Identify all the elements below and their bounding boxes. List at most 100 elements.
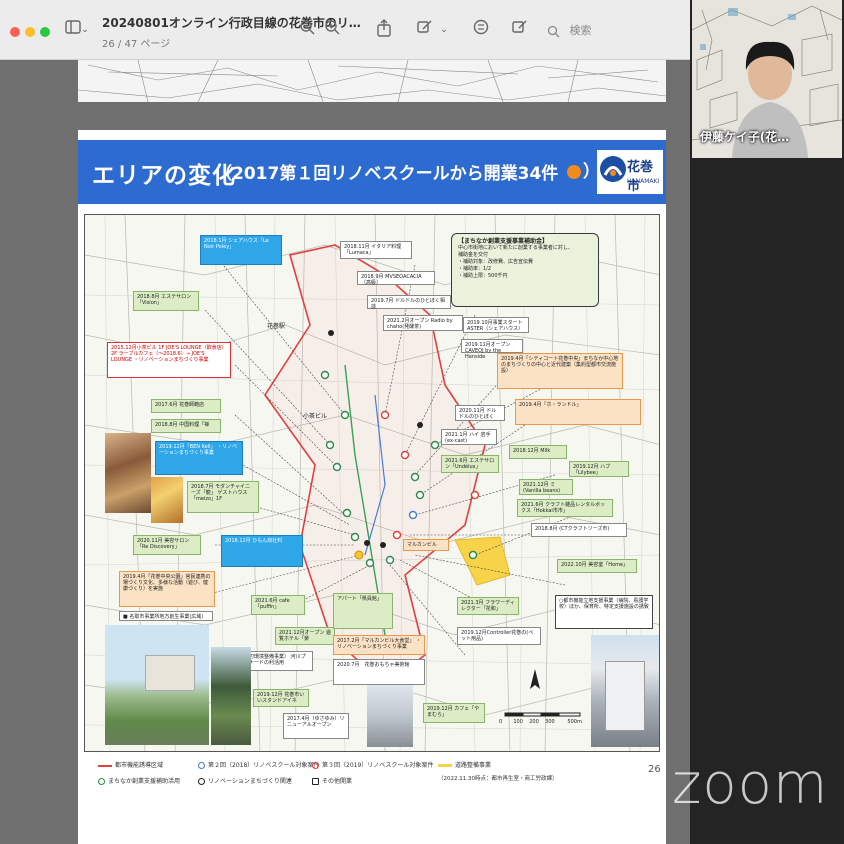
share-icon[interactable] bbox=[373, 19, 395, 41]
map-label: 2021.6月 cafe「puffin」 bbox=[251, 595, 305, 615]
map-label: 2021.6月 エステサロン「Undélux」 bbox=[441, 455, 499, 473]
map-label: 2020.11月 美容サロン「Re Discovery」 bbox=[133, 535, 201, 555]
callout-line: 中心市街地において新たに創業する事業者に対し、 bbox=[458, 245, 573, 251]
map-label: 2021.6月 クラフト雑品レンタルボックス「Hokkai市市」 bbox=[517, 499, 613, 517]
map-label: 2019.10月事業スタート ASTER（シェアハウス） bbox=[463, 317, 529, 333]
north-arrow-icon bbox=[530, 669, 540, 689]
pdf-viewer-window: ⌄ 20240801オンライン行政目線の花巻市のリ… 26 / 47 ページ ⌄ bbox=[0, 0, 690, 844]
scale-bar-labels: 0 100 200 300 500m bbox=[499, 719, 619, 725]
map-label: 2019.12月 カフェ「やまむら」 bbox=[423, 703, 485, 723]
callout-line: ・補助率：1/2 bbox=[458, 266, 492, 272]
map-label: 2019.12月Controller花巻の(ペット用品) bbox=[457, 627, 541, 645]
map-label: 2018.11月 イタリア料理「Lumaca」 bbox=[340, 241, 412, 259]
map-label: 2018.7月 モダンチャイニーズ「龍」 ゲストハウス「meizo」1F bbox=[187, 481, 259, 513]
participant-name: 伊藤ケイ子(花… bbox=[700, 130, 790, 144]
screen: ⌄ 20240801オンライン行政目線の花巻市のリ… 26 / 47 ページ ⌄ bbox=[0, 0, 844, 844]
legend-item: 第３回（2019）リノベスクール対象案件 bbox=[312, 760, 433, 769]
map-label: 2022.10月 美容室「Home」 bbox=[557, 559, 637, 573]
legend-item: その他開業 bbox=[312, 776, 352, 785]
map-label: 2015.12月小茶ビル 1F JOE'S LOUNGE（飲食店） 2F ラーブ… bbox=[107, 342, 231, 378]
map-label: 2020.7月 花巻おもちゃ美術館 bbox=[333, 659, 425, 685]
map-label: アパート「県員館」 bbox=[333, 593, 393, 629]
legend-label: 道路整備事業 bbox=[455, 762, 492, 769]
food-photo bbox=[151, 477, 183, 523]
search-field[interactable]: 検索 bbox=[547, 20, 667, 42]
logo-subtext: HANAMAKI bbox=[627, 178, 660, 185]
viewer-toolbar: ⌄ 20240801オンライン行政目線の花巻市のリ… 26 / 47 ページ ⌄ bbox=[0, 0, 690, 60]
search-placeholder: 検索 bbox=[569, 24, 592, 37]
map-label: 2019.7月 ドルドルのひとぼく相談 bbox=[367, 295, 451, 310]
edit-icon[interactable] bbox=[509, 19, 531, 41]
map-label: 2018.9月 MVSEOACACIA（高級） bbox=[357, 271, 435, 286]
zoom-out-icon[interactable] bbox=[296, 19, 318, 41]
legend-footnote: （2022.11.30時点：都市再生室・商工労政課） bbox=[438, 776, 558, 782]
map-label-station bbox=[267, 223, 268, 224]
legend-item: まちなか創業支援補助活用 bbox=[98, 776, 180, 785]
shop-photo bbox=[105, 433, 151, 513]
park-photo bbox=[105, 625, 209, 745]
map-label: 2021.2月オープン Radio by chaho(発酵茶) bbox=[383, 315, 463, 331]
document-viewport[interactable]: エリアの変化 （2017第１回リノベスクールから開業34件 ） 花巻市 HANA… bbox=[0, 60, 690, 844]
map-label: 2019.4月「花巻中央公園」官民連携の場づくり文化、多様な活動（遊び、健康づく… bbox=[119, 571, 215, 607]
map-label: 2020.11月 ドルドルのひとぼく bbox=[455, 405, 505, 421]
legend-label: リノベーションまちづくり関連 bbox=[208, 778, 292, 785]
markup-icon[interactable] bbox=[414, 19, 436, 41]
map-label: 2021.1月 ハイ 岩手(ex-cast) bbox=[441, 429, 497, 445]
callout-line: 補助金を交付 bbox=[458, 252, 489, 258]
hospital-photo bbox=[591, 635, 659, 747]
map-label: 2018.8月 エステサロン「Vision」 bbox=[133, 291, 199, 311]
orange-dot-marker bbox=[567, 165, 581, 179]
scale-label: 300 bbox=[545, 719, 555, 725]
map-label: 2018.8月 (CTクラフトリーズ市) bbox=[531, 523, 627, 537]
chevron-down-icon[interactable]: ⌄ bbox=[78, 19, 92, 41]
page-number: 26 bbox=[648, 764, 661, 775]
legend-label: 第２回（2018）リノベスクール対象案件 bbox=[208, 762, 320, 769]
window-minimize-button[interactable] bbox=[25, 27, 35, 37]
scale-label: 500m bbox=[567, 719, 582, 725]
subsidy-callout: 【まちなか創業支援事業補助金】 中心市街地において新たに創業する事業者に対し、 … bbox=[451, 233, 599, 307]
participant-video[interactable]: 伊藤ケイ子(花… bbox=[692, 0, 842, 158]
map-label: 2021.12月オープン 遊覧ホテル「楽 bbox=[275, 627, 335, 645]
map-label: 2018.8月 中国料理「禅 bbox=[151, 419, 221, 433]
map-label: 2017.2月「マルカンビル大食堂」 ・リノベーションまちづくり事業 bbox=[333, 635, 425, 655]
callout-line: ・補助対象：改修費、広告宣伝費 bbox=[458, 259, 534, 265]
legend-label: 都市機能誘導区域 bbox=[115, 762, 164, 769]
chevron-down-icon[interactable]: ⌄ bbox=[437, 19, 451, 41]
window-maximize-button[interactable] bbox=[40, 27, 50, 37]
map-label: 2019.12月 花巻市いいスタンドアイネ bbox=[253, 689, 309, 707]
map-label: 2017.4月（ゆさゆみ）リニューアルオープン bbox=[283, 713, 349, 739]
legend-label: その他開業 bbox=[322, 778, 353, 785]
map-legend: 都市機能誘導区域 第２回（2018）リノベスクール対象案件 第３回（2019）リ… bbox=[98, 760, 658, 800]
map-label: 2017.6月 花巻師範店 bbox=[151, 399, 221, 413]
map-label: 2019.4月「シティコート花巻中央」まちなか中心地のまちづくりの中心と近代建築… bbox=[497, 353, 623, 389]
logo-text: 花巻市 bbox=[627, 160, 654, 194]
map-label: ○都市機能立地支援事業（病院、看護学校）ほか、保育所、特定支援施設の誘致 bbox=[555, 595, 653, 629]
area-map: 【まちなか創業支援事業補助金】 中心市街地において新たに創業する事業者に対し、 … bbox=[84, 214, 660, 752]
zoom-in-icon[interactable] bbox=[321, 19, 343, 41]
map-label: 2018.12月 ひもん商社料 bbox=[221, 535, 303, 567]
map-label: 2018.12月 Milk bbox=[509, 445, 567, 459]
scale-label: 100 bbox=[513, 719, 523, 725]
page-indicator: 26 / 47 ページ bbox=[102, 39, 171, 50]
scale-label: 0 bbox=[499, 719, 503, 725]
slide-header: エリアの変化 （2017第１回リノベスクールから開業34件 ） 花巻市 HANA… bbox=[78, 140, 666, 204]
map-label: 2019.4月「ホ・ランドル」 bbox=[515, 399, 641, 425]
callout-line: ・補助上限：500千円 bbox=[458, 273, 508, 279]
map-label: 花巻駅 bbox=[267, 323, 286, 330]
map-label: 小茶ビル bbox=[303, 413, 328, 420]
search-icon bbox=[547, 25, 560, 37]
previous-page-bottom bbox=[78, 60, 666, 102]
scale-label: 200 bbox=[529, 719, 539, 725]
more-icon[interactable] bbox=[470, 19, 492, 41]
legend-label: まちなか創業支援補助活用 bbox=[108, 778, 181, 785]
zoom-watermark-logo: zoom bbox=[672, 752, 829, 817]
window-close-button[interactable] bbox=[10, 27, 20, 37]
city-logo: 花巻市 HANAMAKI bbox=[597, 150, 663, 194]
slide-page: エリアの変化 （2017第１回リノベスクールから開業34件 ） 花巻市 HANA… bbox=[78, 130, 666, 844]
map-label: 2019.12月 ハブ「Lilybee」 bbox=[569, 461, 629, 477]
legend-item: 道路整備事業 bbox=[438, 760, 491, 769]
city-emblem-icon bbox=[600, 156, 626, 182]
legend-item: 第２回（2018）リノベスクール対象案件 bbox=[198, 760, 319, 769]
building-photo bbox=[367, 685, 413, 747]
river-photo bbox=[211, 647, 251, 745]
